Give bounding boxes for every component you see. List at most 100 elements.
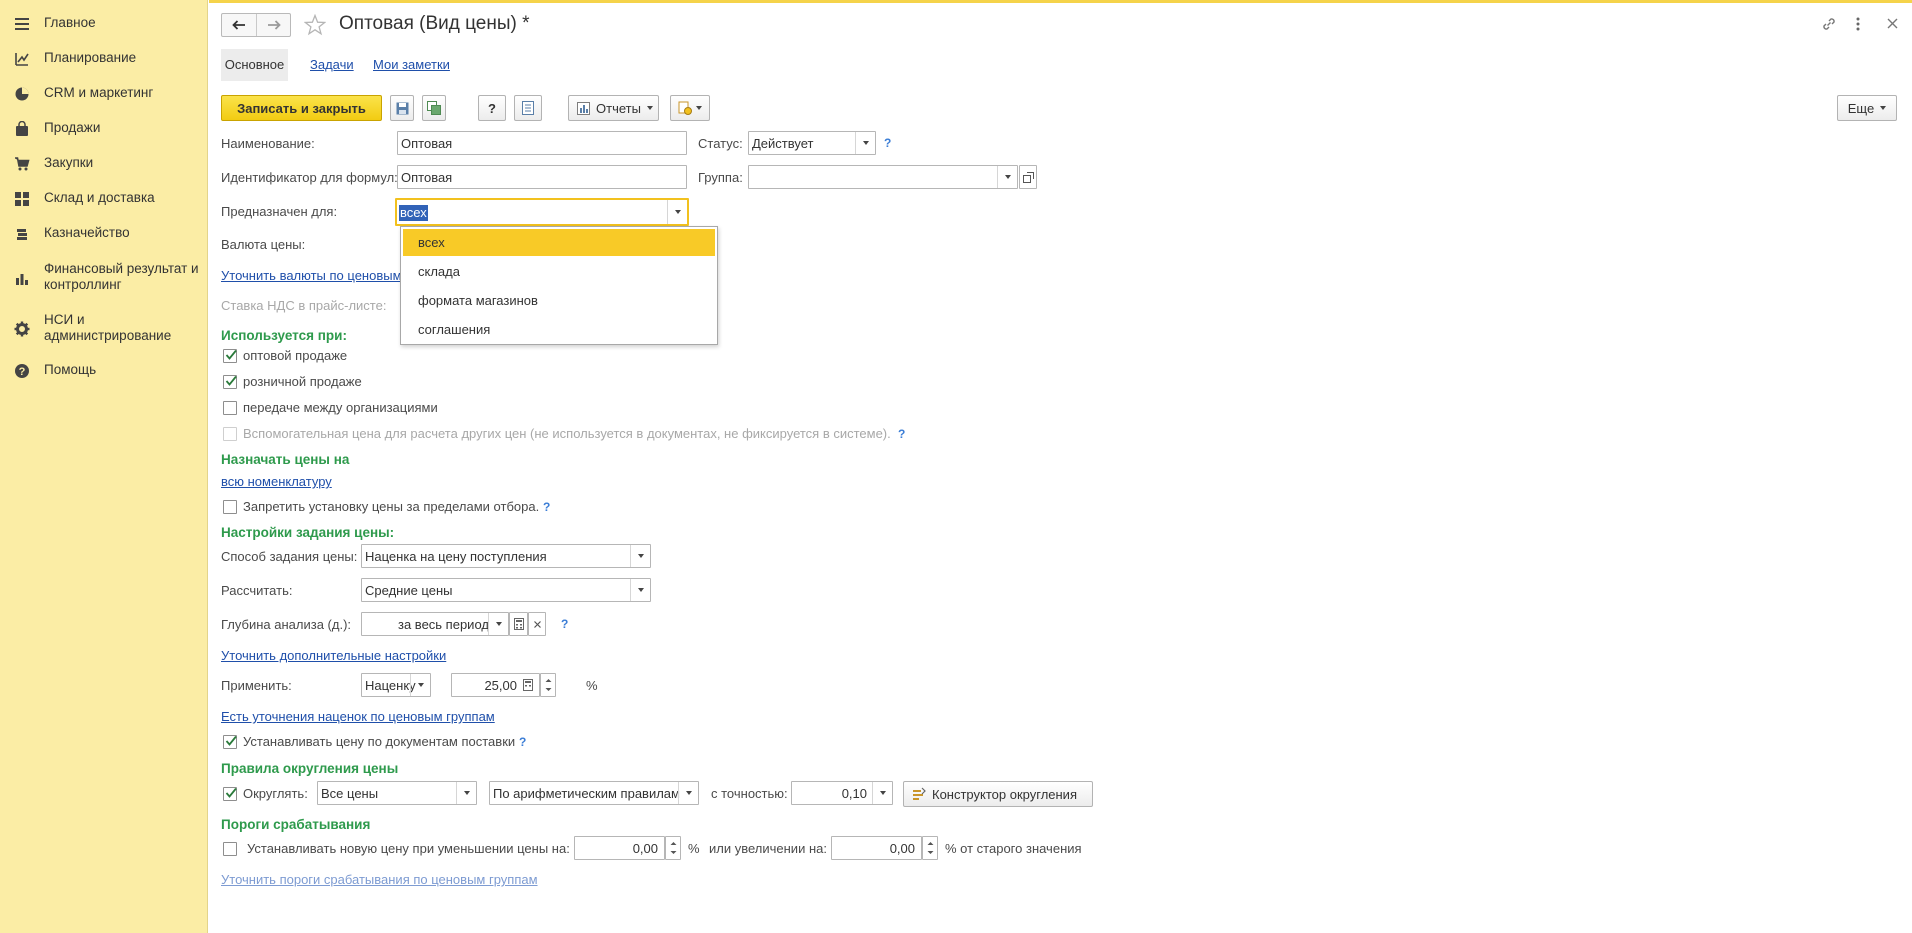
clear-icon: [534, 621, 541, 628]
dropdown-option-warehouse[interactable]: склада: [403, 258, 715, 285]
currency-link[interactable]: Уточнить валюты по ценовым: [221, 268, 402, 284]
forward-button[interactable]: [257, 14, 290, 36]
rounding-constructor-label: Конструктор округления: [932, 786, 1077, 802]
calc-dropdown-button[interactable]: [630, 579, 650, 601]
dropdown-option-all[interactable]: всех: [403, 229, 715, 256]
decrease-spinner[interactable]: [665, 836, 681, 860]
decrease-unit: %: [688, 841, 700, 856]
bag-icon: [16, 121, 28, 136]
checkbox-round[interactable]: [223, 787, 237, 801]
reports-button[interactable]: Отчеты: [568, 95, 659, 121]
sidebar-item-planning[interactable]: Планирование: [0, 50, 208, 67]
more-vertical-icon[interactable]: [1855, 16, 1861, 32]
sidebar-item-help[interactable]: ? Помощь: [0, 362, 208, 379]
chevron-down-icon: [637, 588, 644, 592]
sidebar-item-sales[interactable]: Продажи: [0, 120, 208, 137]
more-button[interactable]: Еще: [1837, 95, 1897, 121]
precision-dropdown-button[interactable]: [872, 782, 892, 804]
round-rule-dropdown-button[interactable]: [678, 782, 698, 804]
round-scope-dropdown-button[interactable]: [456, 782, 476, 804]
save-and-close-button[interactable]: Записать и закрыть: [221, 95, 382, 121]
method-dropdown-button[interactable]: [630, 545, 650, 567]
depth-calc-button[interactable]: [509, 612, 528, 636]
print-button[interactable]: [670, 95, 710, 121]
checkbox-thresholds[interactable]: [223, 842, 237, 856]
group-select[interactable]: [748, 165, 1018, 189]
sidebar-item-warehouse[interactable]: Склад и доставка: [0, 190, 208, 207]
link-icon[interactable]: [1821, 16, 1837, 32]
apply-type-dropdown-button[interactable]: [410, 674, 430, 696]
tab-notes[interactable]: Мои заметки: [373, 49, 450, 81]
checkbox-forbid[interactable]: [223, 500, 237, 514]
calc-select[interactable]: Средние цены: [361, 578, 651, 602]
status-dropdown-button[interactable]: [855, 132, 875, 154]
sidebar-item-nsi[interactable]: НСИ и администрирование: [0, 312, 208, 344]
coins-icon: [17, 229, 27, 240]
round-rule-select[interactable]: По арифметическим правилам: [489, 781, 699, 805]
decrease-input[interactable]: 0,00: [574, 836, 665, 860]
grid-icon: [15, 192, 29, 206]
intended-dropdown-button[interactable]: [667, 200, 687, 224]
formula-id-value: Оптовая: [401, 170, 453, 185]
close-icon[interactable]: [1887, 18, 1898, 29]
calculator-icon[interactable]: [523, 679, 533, 691]
apply-value-input[interactable]: 25,00: [451, 673, 540, 697]
thresholds-groups-link[interactable]: Уточнить пороги срабатывания по ценовым …: [221, 872, 538, 888]
depth-clear-button[interactable]: [528, 612, 546, 636]
precision-label: с точностью:: [711, 786, 788, 801]
tab-tasks[interactable]: Задачи: [310, 49, 354, 81]
spin-arrows-icon: [545, 679, 552, 691]
increase-input[interactable]: 0,00: [831, 836, 922, 860]
dropdown-option-store-format[interactable]: формата магазинов: [403, 287, 715, 314]
intended-select[interactable]: всех: [395, 198, 689, 226]
checkbox-set-by-docs[interactable]: [223, 735, 237, 749]
intended-dropdown-list: всех склада формата магазинов соглашения: [400, 226, 718, 345]
apply-spinner[interactable]: [540, 673, 556, 697]
tab-main[interactable]: Основное: [221, 49, 288, 81]
chevron-down-icon: [646, 106, 653, 110]
group-dropdown-button[interactable]: [997, 166, 1017, 188]
assign-link[interactable]: всю номенклатуру: [221, 474, 332, 490]
save-button[interactable]: [390, 95, 414, 121]
print-icon: [678, 101, 692, 115]
checkbox-retail[interactable]: [223, 375, 237, 389]
dropdown-option-agreement[interactable]: соглашения: [403, 316, 715, 343]
checkbox-wholesale[interactable]: [223, 349, 237, 363]
planning-icon: [15, 53, 29, 66]
apply-type-select[interactable]: Наценку: [361, 673, 431, 697]
depth-help-icon[interactable]: ?: [561, 616, 568, 632]
sidebar-item-finance[interactable]: Финансовый результат и контроллинг: [0, 261, 208, 293]
depth-select[interactable]: за весь период: [361, 612, 509, 636]
method-select[interactable]: Наценка на цену поступления: [361, 544, 651, 568]
sidebar-item-main[interactable]: Главное: [0, 15, 208, 32]
copy-button[interactable]: [422, 95, 446, 121]
set-by-docs-help-icon[interactable]: ?: [519, 734, 526, 750]
reports-icon: [577, 101, 590, 115]
list-button[interactable]: [514, 95, 542, 121]
formula-id-input[interactable]: Оптовая: [397, 165, 687, 189]
auxiliary-help-icon[interactable]: ?: [898, 426, 905, 442]
name-input[interactable]: Оптовая: [397, 131, 687, 155]
round-scope-select[interactable]: Все цены: [317, 781, 477, 805]
rounding-constructor-button[interactable]: Конструктор округления: [903, 781, 1093, 807]
group-open-button[interactable]: [1019, 165, 1037, 189]
chevron-down-icon: [696, 106, 702, 110]
copy-icon: [427, 101, 441, 115]
back-button[interactable]: [222, 14, 257, 36]
star-icon[interactable]: [304, 14, 326, 36]
depth-dropdown-button[interactable]: [488, 613, 508, 635]
increase-spinner[interactable]: [922, 836, 938, 860]
sidebar-item-purchases[interactable]: Закупки: [0, 155, 208, 172]
markup-groups-link[interactable]: Есть уточнения наценок по ценовым группа…: [221, 709, 495, 725]
status-help-icon[interactable]: ?: [884, 135, 891, 151]
sidebar-item-treasury[interactable]: Казначейство: [0, 225, 208, 242]
wholesale-label: оптовой продаже: [243, 348, 348, 363]
status-select[interactable]: Действует: [748, 131, 876, 155]
precision-select[interactable]: 0,10: [791, 781, 893, 805]
round-rule-value: По арифметическим правилам: [493, 786, 680, 801]
checkbox-transfer[interactable]: [223, 401, 237, 415]
forbid-help-icon[interactable]: ?: [543, 499, 550, 515]
extra-settings-link[interactable]: Уточнить дополнительные настройки: [221, 648, 446, 664]
help-button[interactable]: ?: [478, 95, 506, 121]
sidebar-item-crm[interactable]: CRM и маркетинг: [0, 85, 208, 102]
